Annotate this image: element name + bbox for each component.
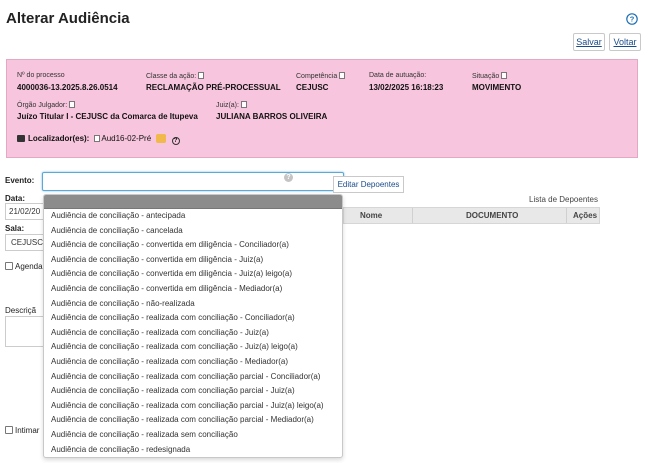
dropdown-option[interactable]: Audiência de conciliação - realizada com… — [44, 370, 342, 385]
locator-row: Localizador(es): Aud16-02-Pré ? — [17, 134, 180, 145]
process-number-label: Nº do processo — [17, 72, 65, 79]
status-value: MOVIMENTO — [472, 83, 522, 92]
dropdown-options: Audiência de conciliação - antecipada Aud… — [44, 209, 342, 457]
intimar-label: Intimar — [15, 426, 40, 435]
filing-date-label: Data de autuação: — [369, 72, 427, 79]
dropdown-option[interactable]: Audiência de conciliação - não-realizada — [44, 297, 342, 312]
dropdown-option[interactable]: Audiência de conciliação - realizada com… — [44, 399, 342, 414]
dropdown-option[interactable]: Audiência de conciliação - cancelada — [44, 224, 342, 239]
dropdown-option[interactable]: Audiência de conciliação - realizada com… — [44, 413, 342, 428]
dropdown-option[interactable]: Audiência de conciliação - realizada com… — [44, 311, 342, 326]
court-label: Órgão Julgador: — [17, 101, 76, 109]
column-header: DOCUMENTO — [466, 211, 519, 220]
competence-label: Competência — [296, 72, 346, 80]
dropdown-option[interactable]: Audiência de conciliação - antecipada — [44, 209, 342, 224]
dropdown-option[interactable]: Audiência de conciliação - convertida em… — [44, 267, 342, 282]
dropdown-option[interactable]: Audiência de conciliação - realizada com… — [44, 326, 342, 341]
document-icon[interactable] — [198, 72, 205, 79]
document-icon[interactable] — [339, 72, 346, 79]
edit-deponents-button[interactable]: Editar Depoentes — [333, 176, 404, 193]
status-label: Situação — [472, 72, 508, 80]
save-button[interactable]: Salvar — [573, 33, 605, 51]
filing-date: 13/02/2025 16:18:23 — [369, 83, 444, 92]
intimar-checkbox[interactable] — [5, 426, 13, 434]
deponents-table-header: Nome DOCUMENTO Ações — [343, 207, 600, 224]
process-number: 4000036-13.2025.8.26.0514 — [17, 83, 118, 92]
edit-icon[interactable] — [156, 134, 167, 143]
page-title: Alterar Audiência — [6, 10, 130, 27]
judge-value: JULIANA BARROS OLIVEIRA — [216, 112, 328, 121]
svg-text:?: ? — [630, 15, 635, 24]
back-button[interactable]: Voltar — [609, 33, 641, 51]
room-select[interactable]: CEJUSC — [5, 234, 45, 251]
date-input[interactable]: 21/02/20 — [5, 203, 45, 220]
document-icon[interactable] — [240, 101, 247, 108]
description-label: Descriçã — [5, 306, 37, 315]
column-header: Ações — [573, 211, 598, 220]
dropdown-option[interactable]: Audiência de conciliação - realizada com… — [44, 340, 342, 355]
competence-value: CEJUSC — [296, 83, 329, 92]
document-icon[interactable] — [69, 101, 76, 108]
court-value: Juízo Titular I - CEJUSC da Comarca de I… — [17, 112, 198, 121]
judge-label: Juiz(a): — [216, 101, 247, 109]
dropdown-option[interactable]: Audiência de conciliação - convertida em… — [44, 238, 342, 253]
agenda-label: Agenda — [15, 262, 43, 271]
help-icon[interactable]: ? — [626, 13, 638, 25]
locator-label: Localizador(es): — [28, 134, 90, 143]
dropdown-option[interactable]: Audiência de conciliação - convertida em… — [44, 282, 342, 297]
dropdown-option[interactable]: Audiência de conciliação - convertida em… — [44, 253, 342, 268]
locator-value[interactable]: Aud16-02-Pré — [101, 134, 151, 143]
document-icon[interactable] — [93, 135, 100, 142]
dropdown-highlighted-option[interactable] — [44, 195, 342, 209]
description-textarea[interactable] — [5, 316, 45, 347]
document-icon[interactable] — [501, 72, 508, 79]
dropdown-option[interactable]: Audiência de conciliação - realizada com… — [44, 355, 342, 370]
class-value: RECLAMAÇÃO PRÉ-PROCESSUAL — [146, 83, 281, 92]
event-dropdown[interactable]: Audiência de conciliação - antecipada Aud… — [43, 194, 343, 458]
event-hint-icon[interactable]: ? — [284, 173, 293, 182]
agenda-checkbox[interactable] — [5, 262, 13, 270]
help-icon[interactable]: ? — [171, 137, 180, 145]
event-label: Evento: — [5, 176, 35, 185]
printer-icon[interactable] — [17, 135, 25, 142]
column-header: Nome — [360, 211, 383, 220]
dropdown-option[interactable]: Audiência de conciliação - realizada sem… — [44, 428, 342, 443]
event-input[interactable] — [42, 172, 344, 191]
dropdown-option[interactable]: Audiência de conciliação - redesignada — [44, 443, 342, 458]
class-label: Classe da ação: — [146, 72, 205, 80]
date-label: Data: — [5, 194, 26, 203]
process-info-panel: Nº do processo 4000036-13.2025.8.26.0514… — [6, 59, 638, 158]
deponents-list-title: Lista de Depoentes — [529, 195, 598, 204]
room-label: Sala: — [5, 224, 25, 233]
dropdown-option[interactable]: Audiência de conciliação - realizada com… — [44, 384, 342, 399]
